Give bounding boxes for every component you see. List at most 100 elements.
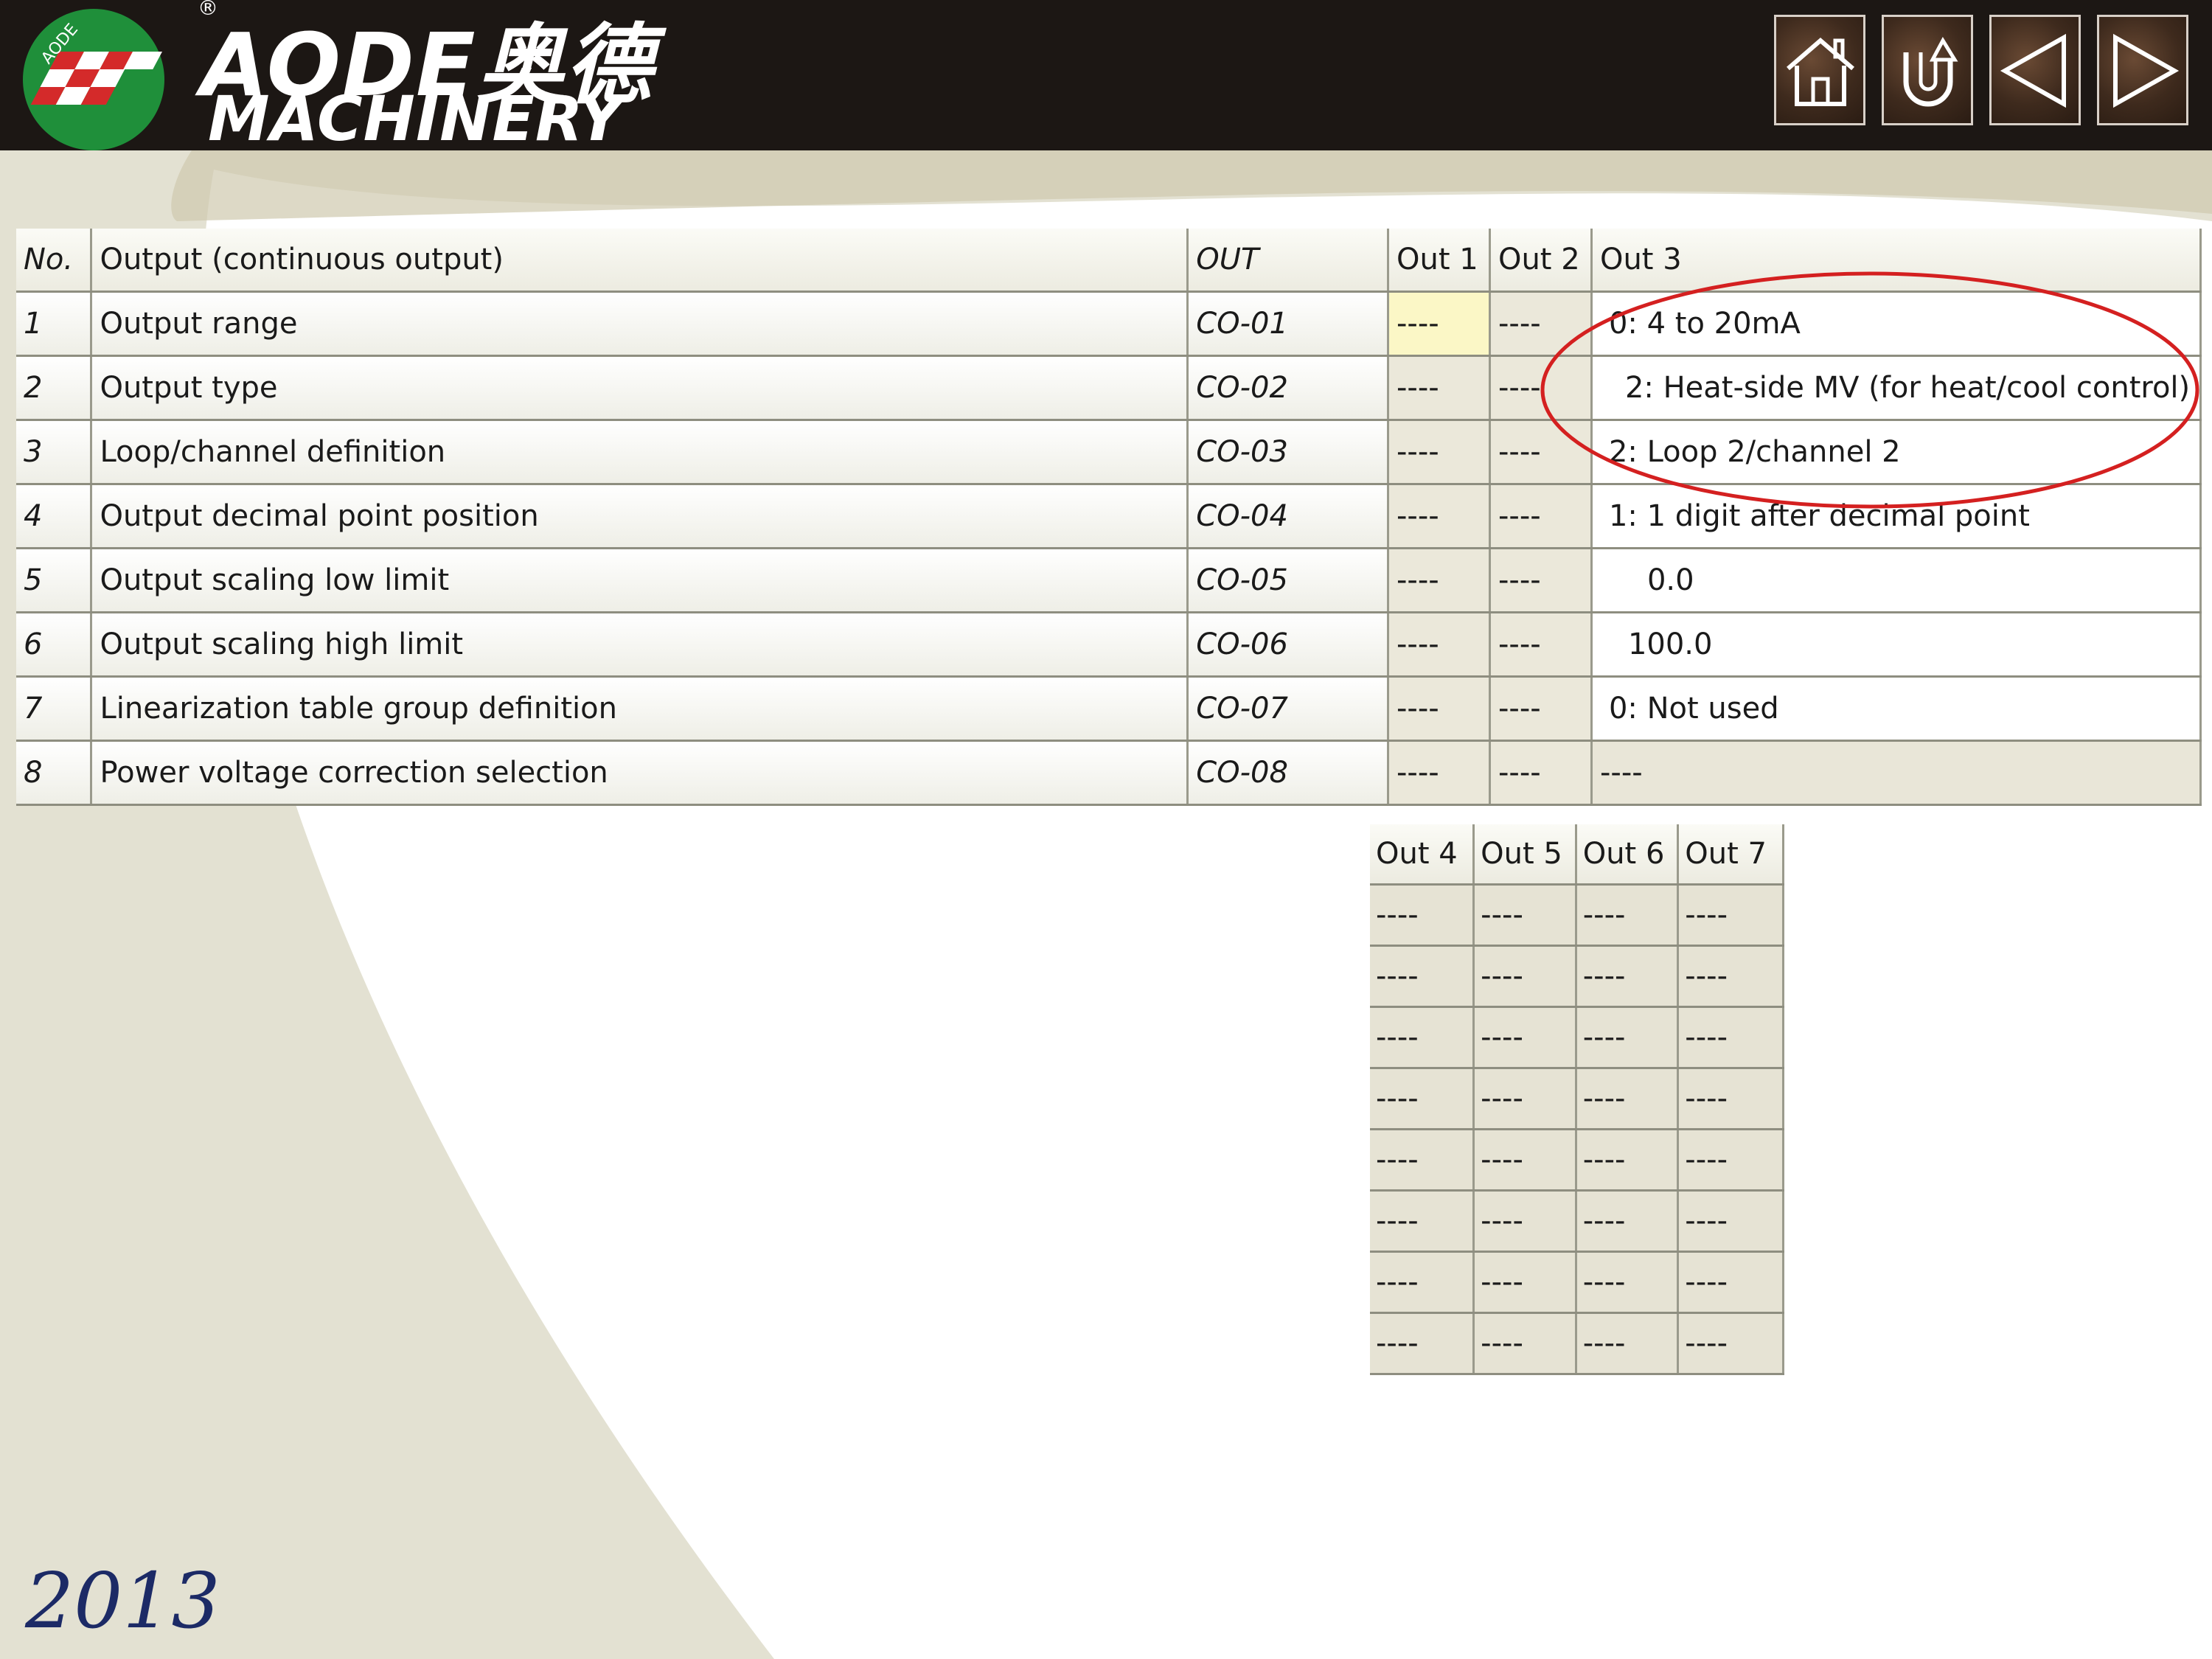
header-out6: Out 6 [1576,824,1680,886]
sub-table-header-row: Out 4 Out 5 Out 6 Out 7 [1370,824,1784,886]
home-button[interactable] [1774,15,1865,125]
cell: ---- [1473,1312,1577,1375]
row-name: Output scaling high limit [91,612,1189,678]
cell: ---- [1370,1068,1475,1130]
row-name: Output type [91,355,1189,421]
cell: ---- [1370,884,1475,947]
return-button[interactable] [1882,15,1973,125]
row-out1: ---- [1388,612,1491,678]
table-header-row: No. Output (continuous output) OUT Out 1… [16,229,2202,293]
cell: ---- [1473,1006,1577,1069]
sub-table-row: ---- ---- ---- ---- [1370,884,1784,947]
row-out3: 0.0 [1591,548,2202,613]
table-row: 7 Linearization table group definition C… [16,676,2202,742]
sub-table-row: ---- ---- ---- ---- [1370,1251,1784,1314]
row-code: CO-02 [1187,355,1389,421]
header-out2: Out 2 [1489,229,1593,293]
row-out1: ---- [1388,420,1491,485]
cell: ---- [1370,1190,1475,1253]
row-no: 8 [16,740,93,806]
row-name: Output range [91,291,1189,357]
row-name: Linearization table group definition [91,676,1189,742]
next-button[interactable] [2097,15,2188,125]
header-out: OUT [1187,229,1389,293]
row-out2: ---- [1489,548,1593,613]
header-bar: AODE ® AODE奥德 MACHINERY [0,0,2212,155]
cell: ---- [1677,1251,1784,1314]
row-out1: ---- [1388,291,1491,357]
sub-table-row: ---- ---- ---- ---- [1370,1312,1784,1375]
cell: ---- [1576,1312,1680,1375]
sub-table-row: ---- ---- ---- ---- [1370,1006,1784,1069]
header-out5: Out 5 [1473,824,1577,886]
cell: ---- [1370,1312,1475,1375]
footer-year: 2013 [25,1556,220,1646]
previous-button[interactable] [1989,15,2081,125]
row-out3: 1: 1 digit after decimal point [1591,484,2202,549]
row-code: CO-07 [1187,676,1389,742]
row-name: Power voltage correction selection [91,740,1189,806]
header-out1: Out 1 [1388,229,1491,293]
row-out3: ---- [1591,740,2202,806]
prev-arrow-icon [2000,33,2066,108]
sub-table-row: ---- ---- ---- ---- [1370,945,1784,1008]
cell: ---- [1576,945,1680,1008]
cell: ---- [1473,1251,1577,1314]
row-no: 1 [16,291,93,357]
cell: ---- [1677,1068,1784,1130]
table-row: 3 Loop/channel definition CO-03 ---- ---… [16,420,2202,485]
cell: ---- [1370,1251,1475,1314]
row-out2: ---- [1489,291,1593,357]
sub-table-row: ---- ---- ---- ---- [1370,1129,1784,1192]
row-out1: ---- [1388,740,1491,806]
table-row: 5 Output scaling low limit CO-05 ---- --… [16,548,2202,613]
row-out1: ---- [1388,355,1491,421]
cell: ---- [1677,1190,1784,1253]
header-out4: Out 4 [1370,824,1475,886]
cell: ---- [1473,1129,1577,1192]
row-code: CO-03 [1187,420,1389,485]
row-no: 5 [16,548,93,613]
cell: ---- [1677,1312,1784,1375]
row-out3: 2: Loop 2/channel 2 [1591,420,2202,485]
table-row: 4 Output decimal point position CO-04 --… [16,484,2202,549]
cell: ---- [1677,1129,1784,1192]
row-code: CO-05 [1187,548,1389,613]
cell: ---- [1473,945,1577,1008]
sub-table-row: ---- ---- ---- ---- [1370,1068,1784,1130]
table-row: 1 Output range CO-01 ---- ---- 0: 4 to 2… [16,291,2202,357]
cell: ---- [1677,945,1784,1008]
cell: ---- [1370,1006,1475,1069]
cell: ---- [1576,1068,1680,1130]
row-no: 3 [16,420,93,485]
next-arrow-icon [2113,33,2180,108]
aode-logo-icon: AODE [23,9,164,150]
row-out2: ---- [1489,484,1593,549]
row-no: 4 [16,484,93,549]
row-out2: ---- [1489,740,1593,806]
row-code: CO-06 [1187,612,1389,678]
brand-subtitle: MACHINERY [208,83,624,155]
cell: ---- [1576,884,1680,947]
header-no: No. [16,229,93,293]
sub-table-row: ---- ---- ---- ---- [1370,1190,1784,1253]
table-row: 2 Output type CO-02 ---- ---- 2: Heat-si… [16,355,2202,421]
row-no: 6 [16,612,93,678]
row-out3: 2: Heat-side MV (for heat/cool control) [1591,355,2202,421]
return-icon [1903,36,1958,107]
row-out2: ---- [1489,355,1593,421]
cell: ---- [1473,1068,1577,1130]
row-out3: 100.0 [1591,612,2202,678]
output-parameters-table: No. Output (continuous output) OUT Out 1… [16,229,2202,806]
table-row: 8 Power voltage correction selection CO-… [16,740,2202,806]
cell: ---- [1576,1006,1680,1069]
row-name: Output scaling low limit [91,548,1189,613]
row-no: 2 [16,355,93,421]
row-name: Output decimal point position [91,484,1189,549]
row-no: 7 [16,676,93,742]
outputs-4-7-table: Out 4 Out 5 Out 6 Out 7 ---- ---- ---- -… [1370,824,1784,1375]
row-code: CO-04 [1187,484,1389,549]
cell: ---- [1370,945,1475,1008]
row-out3: 0: Not used [1591,676,2202,742]
cell: ---- [1576,1129,1680,1192]
